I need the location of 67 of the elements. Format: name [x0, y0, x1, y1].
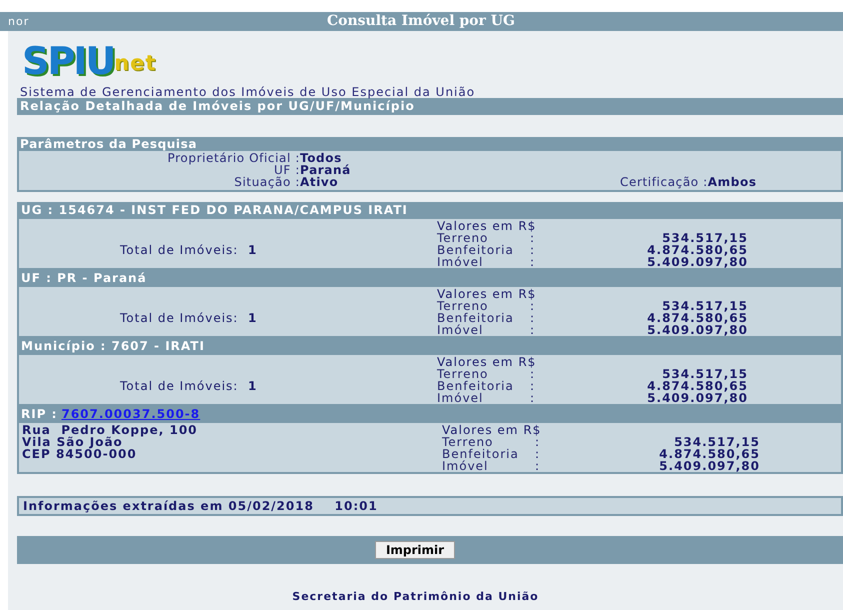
- value-amount: 4.874.580,65: [646, 380, 748, 392]
- address-line: CEP 84500-000: [21, 448, 138, 460]
- title-left: nor: [7, 15, 30, 28]
- separator: :: [530, 312, 536, 324]
- values-title: Valores em R$: [437, 288, 538, 300]
- footer-text: Secretaria do Patrimônio da União: [291, 590, 540, 603]
- value-label: Terreno: [442, 436, 494, 448]
- separator: :: [530, 392, 536, 404]
- value-amount: 534.517,15: [673, 436, 760, 448]
- total-label: Total de Imóveis: 1: [119, 380, 258, 392]
- parameter-label: Situação :: [233, 176, 300, 188]
- parameter-label: Certificação :: [620, 175, 708, 189]
- value-label: Terreno: [437, 300, 488, 312]
- total-label: Total de Imóveis: 1: [119, 244, 258, 256]
- address-line: Rua Pedro Koppe, 100: [21, 424, 199, 436]
- value-label: Benfeitoria: [437, 244, 515, 256]
- report-title: Relação Detalhada de Imóveis por UG/UF/Município: [17, 98, 843, 115]
- address-line: Vila São João: [21, 436, 123, 448]
- separator: :: [530, 324, 536, 336]
- parameter-value: Ativo: [300, 176, 340, 188]
- value-label: Imóvel: [437, 324, 484, 336]
- rip-label: RIP :: [21, 406, 58, 423]
- separator: :: [530, 300, 536, 312]
- value-label: Imóvel: [437, 392, 484, 404]
- value-amount: 4.874.580,65: [646, 244, 748, 256]
- parameters-header: Parâmetros da Pesquisa: [17, 137, 843, 151]
- value-amount: 4.874.580,65: [658, 448, 760, 460]
- parameter-value: Paraná: [300, 164, 352, 176]
- value-amount: 534.517,15: [661, 232, 748, 244]
- separator: :: [530, 368, 536, 380]
- parameter-value: Ambos: [708, 175, 757, 189]
- parameter-label: Proprietário Oficial :: [166, 152, 300, 164]
- total-label: Total de Imóveis: 1: [119, 312, 258, 324]
- value-label: Terreno: [437, 368, 488, 380]
- system-name: Sistema de Gerenciamento dos Imóveis de Uso Especial da União: [20, 86, 476, 98]
- logo: SPIUnet: [21, 38, 158, 81]
- section-header: Município : 7607 - IRATI: [17, 338, 843, 355]
- value-amount: 534.517,15: [661, 300, 748, 312]
- print-button[interactable]: Imprimir: [374, 541, 456, 559]
- values-title: Valores em R$: [437, 220, 538, 232]
- value-amount: 4.874.580,65: [646, 312, 748, 324]
- values-title: Valores em R$: [437, 356, 538, 368]
- value-label: Benfeitoria: [437, 312, 515, 324]
- value-label: Benfeitoria: [437, 380, 515, 392]
- value-amount: 5.409.097,80: [646, 324, 748, 336]
- separator: :: [530, 244, 536, 256]
- values-title: Valores em R$: [442, 424, 542, 436]
- value-label: Terreno: [437, 232, 488, 244]
- section-header: UF : PR - Paraná: [17, 270, 843, 287]
- value-amount: 5.409.097,80: [646, 392, 748, 404]
- separator: :: [530, 380, 536, 392]
- separator: :: [530, 256, 536, 268]
- value-amount: 5.409.097,80: [646, 256, 748, 268]
- value-amount: 534.517,15: [661, 368, 748, 380]
- separator: :: [535, 436, 542, 448]
- window-title: Consulta Imóvel por UG: [327, 13, 515, 29]
- value-label: Imóvel: [442, 460, 490, 472]
- extraction-info: Informações extraídas em 05/02/2018 10:01: [17, 496, 843, 516]
- parameter-label: UF :: [274, 164, 300, 176]
- value-label: Imóvel: [437, 256, 484, 268]
- section-header: UG : 154674 - INST FED DO PARANA/CAMPUS IRATI: [17, 202, 843, 219]
- value-amount: 5.409.097,80: [658, 460, 760, 472]
- separator: :: [535, 448, 542, 460]
- value-label: Benfeitoria: [442, 448, 520, 460]
- separator: :: [530, 232, 536, 244]
- separator: :: [535, 460, 542, 472]
- parameter-value: Todos: [300, 152, 342, 164]
